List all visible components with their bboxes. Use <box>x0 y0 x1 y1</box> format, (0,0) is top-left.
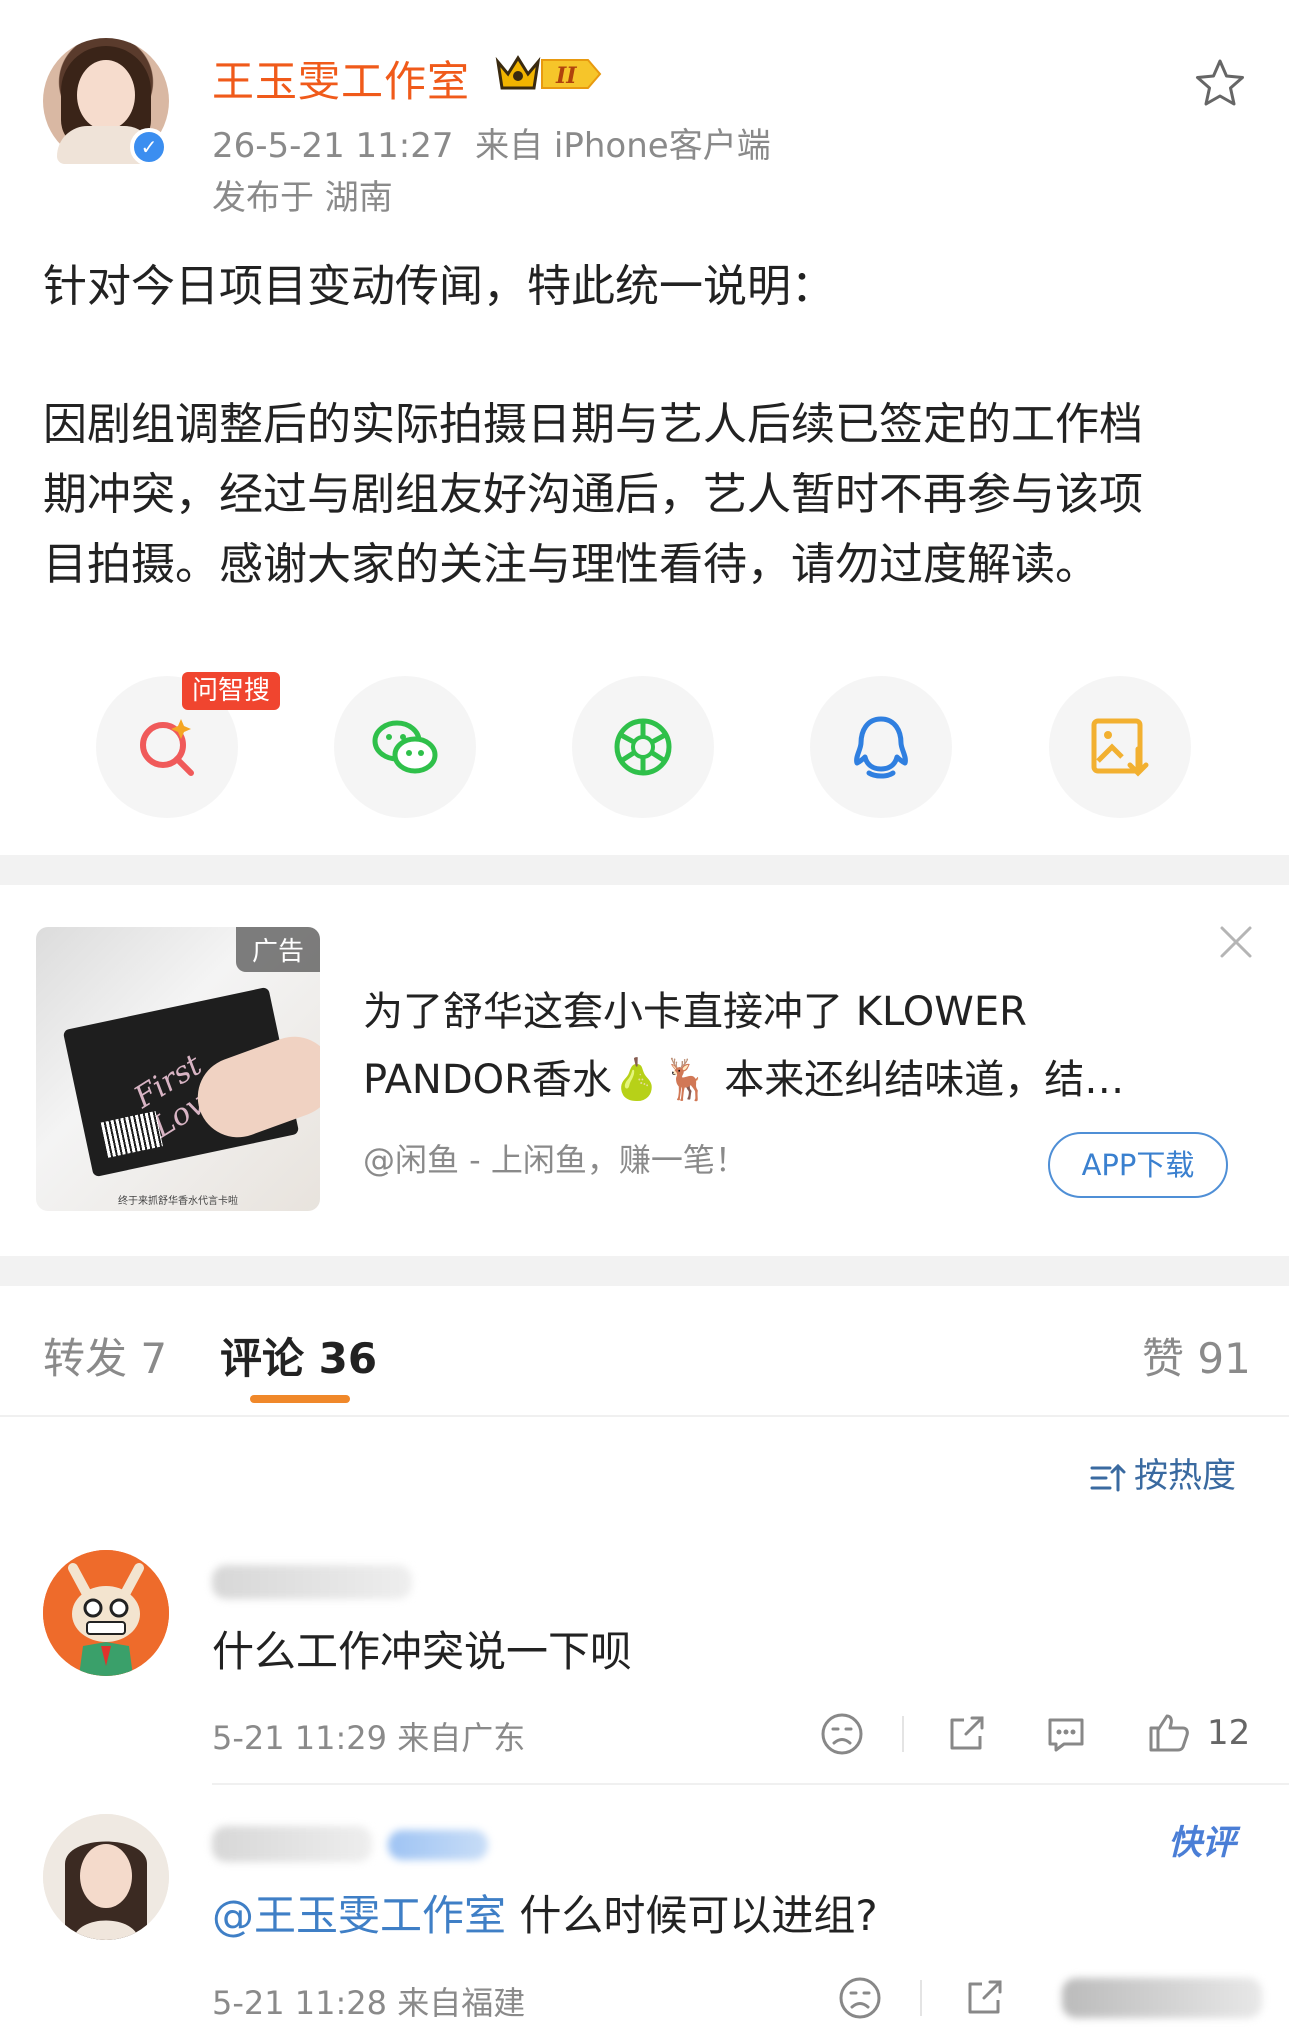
ad-source: @闲鱼 - 上闲鱼，赚一笔！ <box>363 1141 747 1179</box>
sort-button[interactable]: 按热度 <box>1088 1448 1236 1498</box>
share-moments-button[interactable] <box>572 676 714 818</box>
action-separator <box>920 1980 922 2016</box>
moments-icon <box>614 718 672 776</box>
photo-avatar-icon <box>43 1814 169 1940</box>
ai-search-badge: 问智搜 <box>182 672 281 710</box>
share-qq-button[interactable] <box>810 676 952 818</box>
post-paragraph-2-line-3: 目拍摄。感谢大家的关注与理性看待，请勿过度解读。 <box>43 539 1099 590</box>
save-image-icon <box>1091 718 1149 777</box>
like-count: 12 <box>1207 1713 1251 1753</box>
save-image-button[interactable] <box>1049 676 1191 818</box>
commenter-name-redacted <box>212 1826 372 1862</box>
post-source: 来自 iPhone客户端 <box>475 126 771 166</box>
tab-comment[interactable]: 评论 36 <box>220 1325 377 1386</box>
qq-icon <box>854 716 908 779</box>
post-content: 针对今日项目变动传闻，特此统一说明： 因剧组调整后的实际拍摄日期与艺人后续已签定… <box>43 252 1248 600</box>
mention-link[interactable]: @王玉雯工作室 <box>212 1891 506 1940</box>
ai-search-icon <box>140 719 194 776</box>
vip-crown-icon: II <box>495 55 602 90</box>
verified-badge-icon: ✓ <box>130 128 168 166</box>
cartoon-avatar-icon <box>43 1550 169 1676</box>
commenter-avatar[interactable] <box>43 1550 169 1676</box>
sort-icon <box>1090 1463 1126 1491</box>
author-name[interactable]: 王玉雯工作室 <box>212 48 470 109</box>
wechat-icon <box>372 720 438 774</box>
post-location: 发布于 湖南 <box>212 178 393 218</box>
post-paragraph-1: 针对今日项目变动传闻，特此统一说明： <box>43 261 835 312</box>
reply-icon[interactable] <box>1042 1710 1090 1758</box>
section-divider <box>0 855 1289 885</box>
comment-text: 什么工作冲突说一下呗 <box>212 1627 633 1676</box>
ad-title[interactable]: 为了舒华这套小卡直接冲了 KLOWER PANDOR香水🍐🦌 本来还纠结味道，结… <box>363 978 1233 1114</box>
app-download-button[interactable]: APP下载 <box>1048 1132 1228 1198</box>
dislike-face-icon[interactable] <box>836 1974 884 2022</box>
ad-image-caption: 终于来抓舒华香水代言卡啦 <box>118 1196 238 1207</box>
section-divider <box>0 1256 1289 1286</box>
share-icon[interactable] <box>942 1710 990 1758</box>
share-wechat-button[interactable] <box>334 676 476 818</box>
fan-badge-redacted <box>388 1830 488 1860</box>
level-badge-text: II <box>555 63 577 89</box>
avatar-face <box>77 60 135 130</box>
favorite-star-icon[interactable] <box>1192 56 1248 112</box>
sort-label: 按热度 <box>1134 1456 1236 1496</box>
tab-divider <box>0 1415 1289 1417</box>
ad-barcode <box>100 1110 163 1158</box>
post-paragraph-2-line-1: 因剧组调整后的实际拍摄日期与艺人后续已签定的工作档 <box>43 399 1143 450</box>
comment-meta: 5-21 11:29 来自广东 <box>212 1719 526 1757</box>
action-separator <box>902 1716 904 1752</box>
ad-image[interactable]: First Love 广告 终于来抓舒华香水代言卡啦 <box>36 927 320 1211</box>
share-icon[interactable] <box>960 1974 1008 2022</box>
quick-comment-badge: 快评 <box>1168 1823 1236 1863</box>
commenter-name-redacted <box>212 1565 412 1599</box>
commenter-avatar[interactable] <box>43 1814 169 1940</box>
tab-like[interactable]: 赞 91 <box>1142 1325 1251 1386</box>
like-thumb-icon[interactable] <box>1145 1708 1193 1756</box>
post-paragraph-2-line-2: 期冲突，经过与剧组友好沟通后，艺人暂时不再参与该项 <box>43 469 1143 520</box>
watermark-redacted <box>1062 1978 1262 2018</box>
post-timestamp: 26-5-21 11:27 <box>212 126 454 166</box>
comment-text-body: 什么时候可以进组? <box>506 1891 878 1940</box>
ad-title-line-2: PANDOR香水🍐🦌 本来还纠结味道，结… <box>363 1057 1125 1103</box>
comment-text: @王玉雯工作室 什么时候可以进组? <box>212 1882 878 1943</box>
tab-active-indicator <box>250 1395 350 1403</box>
tab-repost[interactable]: 转发 7 <box>43 1325 167 1386</box>
comment-divider <box>212 1783 1289 1785</box>
ad-tag: 广告 <box>235 927 320 972</box>
close-icon[interactable] <box>1216 922 1256 962</box>
ad-title-line-1: 为了舒华这套小卡直接冲了 KLOWER <box>363 989 1027 1035</box>
comment-meta: 5-21 11:28 来自福建 <box>212 1984 526 2022</box>
dislike-face-icon[interactable] <box>818 1710 866 1758</box>
post-meta: 26-5-21 11:27 来自 iPhone客户端 <box>212 118 771 167</box>
